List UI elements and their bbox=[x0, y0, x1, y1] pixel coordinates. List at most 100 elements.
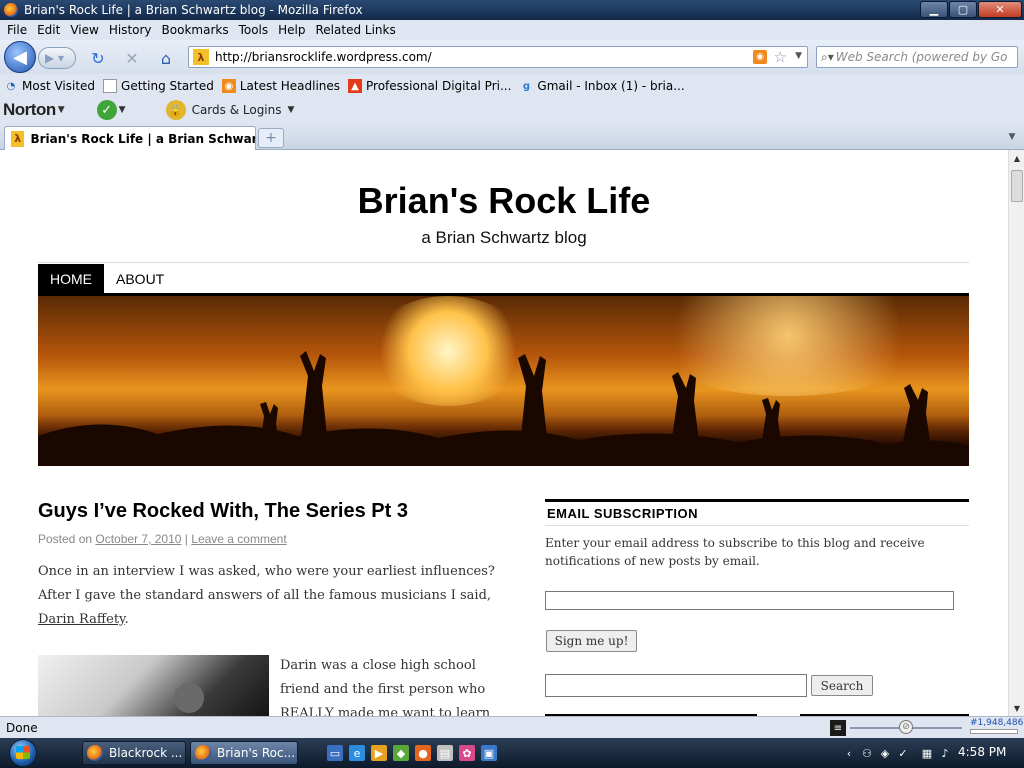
windows-taskbar: Blackrock ... Brian's Roc... ▭ e ▶ ◆ ● ▤… bbox=[0, 738, 1024, 768]
scroll-up-icon[interactable]: ▲ bbox=[1009, 150, 1024, 166]
tab-brians-rock-life[interactable]: λ Brian's Rock Life | a Brian Schwartz b… bbox=[4, 126, 256, 150]
scroll-thumb[interactable] bbox=[1011, 170, 1023, 202]
scroll-down-icon[interactable]: ▼ bbox=[1009, 700, 1024, 716]
menu-file[interactable]: File bbox=[2, 23, 32, 37]
bookmark-site-icon: ▲ bbox=[348, 79, 363, 93]
network-icon[interactable]: ⚇ bbox=[860, 746, 874, 760]
search-placeholder: Web Search (powered by Go bbox=[835, 50, 1008, 64]
media-player-icon[interactable]: ▶ bbox=[371, 745, 387, 761]
document-icon[interactable]: ▤ bbox=[437, 745, 453, 761]
paint-icon[interactable]: ✿ bbox=[459, 745, 475, 761]
post-title[interactable]: Guys I’ve Rocked With, The Series Pt 3 bbox=[38, 500, 408, 523]
rank-bar bbox=[970, 729, 1018, 734]
forward-button[interactable]: ▶ ▾ bbox=[38, 47, 76, 69]
sign-up-button[interactable]: Sign me up! bbox=[546, 630, 637, 652]
web-search-box[interactable]: ⌕▾ Web Search (powered by Go bbox=[816, 46, 1018, 68]
close-button[interactable]: ✕ bbox=[978, 1, 1022, 18]
site-favicon-icon: λ bbox=[193, 49, 209, 65]
back-arrow-icon: ◀ bbox=[13, 46, 27, 68]
firefox-icon[interactable]: ● bbox=[415, 745, 431, 761]
menu-help[interactable]: Help bbox=[273, 23, 310, 37]
menu-edit[interactable]: Edit bbox=[32, 23, 65, 37]
email-field[interactable] bbox=[545, 591, 954, 610]
url-bar[interactable]: λ http://briansrocklife.wordpress.com/ ◉… bbox=[188, 46, 808, 68]
norton-logo[interactable]: Norton bbox=[3, 100, 56, 120]
status-text: Done bbox=[6, 720, 38, 735]
url-text: http://briansrocklife.wordpress.com/ bbox=[215, 50, 432, 64]
search-icon[interactable]: ⌕▾ bbox=[821, 50, 834, 65]
bookmark-professional-digital[interactable]: ▲ Professional Digital Pri... bbox=[348, 79, 511, 93]
site-nav-menu: HOME ABOUT bbox=[38, 264, 969, 296]
norton-toolbar: Norton ▼ ✓ ▼ 🔒 Cards & Logins ▼ bbox=[0, 98, 1024, 122]
photo-subject bbox=[174, 683, 204, 713]
chevron-down-icon: ▼ bbox=[287, 105, 295, 115]
post-paragraph-end: . bbox=[124, 612, 129, 627]
post-date-link[interactable]: October 7, 2010 bbox=[95, 532, 181, 546]
menu-bookmarks[interactable]: Bookmarks bbox=[157, 23, 234, 37]
bookmark-star-icon[interactable]: ☆ bbox=[774, 48, 787, 66]
minimize-button[interactable]: ▁ bbox=[920, 1, 948, 18]
checkmark-icon[interactable]: ✓ bbox=[96, 100, 117, 120]
reload-icon[interactable]: ↻ bbox=[88, 48, 108, 68]
window-controls: ▁ ▢ ✕ bbox=[920, 1, 1022, 18]
url-dropdown-icon[interactable]: ▼ bbox=[795, 51, 802, 61]
norton-tray-icon[interactable]: ✓ bbox=[896, 746, 910, 760]
bookmark-label: Gmail - Inbox (1) - bria... bbox=[537, 79, 685, 93]
app-icon[interactable]: ◆ bbox=[393, 745, 409, 761]
new-tab-button[interactable]: + bbox=[258, 128, 284, 148]
menu-view[interactable]: View bbox=[65, 23, 103, 37]
internet-explorer-icon[interactable]: e bbox=[349, 745, 365, 761]
addon-icon[interactable]: ≡ bbox=[830, 720, 846, 736]
home-icon[interactable]: ⌂ bbox=[156, 48, 176, 68]
vertical-scrollbar[interactable]: ▲ ▼ bbox=[1008, 150, 1024, 716]
tab-bar: λ Brian's Rock Life | a Brian Schwartz b… bbox=[0, 122, 1024, 150]
slider-knob-icon[interactable]: ⊘ bbox=[899, 720, 913, 734]
google-icon: g bbox=[522, 80, 530, 92]
status-bar: Done ≡ ⊘ #1,948,486 bbox=[0, 716, 1024, 738]
leave-comment-link[interactable]: Leave a comment bbox=[191, 532, 286, 546]
taskbar-item-blackrock[interactable]: Blackrock ... bbox=[82, 741, 186, 765]
widget-title: EMAIL SUBSCRIPTION bbox=[547, 506, 699, 521]
window-icon[interactable]: ▣ bbox=[481, 745, 497, 761]
darin-raffety-link[interactable]: Darin Raffety bbox=[38, 612, 125, 627]
bookmark-getting-started[interactable]: Getting Started bbox=[103, 79, 214, 93]
rss-icon[interactable]: ◉ bbox=[753, 50, 767, 64]
crowd-shadow bbox=[38, 416, 969, 466]
nav-home[interactable]: HOME bbox=[38, 264, 104, 293]
tab-title: Brian's Rock Life | a Brian Schwartz b..… bbox=[30, 131, 255, 146]
nav-about[interactable]: ABOUT bbox=[104, 264, 176, 293]
tab-list-icon[interactable]: ▼ bbox=[1004, 128, 1020, 146]
post-photo[interactable] bbox=[38, 655, 269, 716]
cards-logins-label: Cards & Logins bbox=[191, 103, 282, 117]
maximize-button[interactable]: ▢ bbox=[949, 1, 977, 18]
post-paragraph-2: Darin was a close high school friend and… bbox=[280, 658, 491, 716]
firefox-icon bbox=[4, 3, 18, 17]
chevron-down-icon[interactable]: ▼ bbox=[119, 105, 126, 115]
bookmark-latest-headlines[interactable]: ◉ Latest Headlines bbox=[221, 79, 340, 93]
windows-logo-icon bbox=[16, 746, 30, 759]
cards-logins-button[interactable]: 🔒 Cards & Logins ▼ bbox=[165, 100, 295, 120]
menu-history[interactable]: History bbox=[104, 23, 157, 37]
security-icon[interactable]: ◈ bbox=[878, 746, 892, 760]
taskbar-item-brians-rock[interactable]: Brian's Roc... bbox=[190, 741, 298, 765]
show-desktop-icon[interactable]: ▭ bbox=[327, 745, 343, 761]
bookmark-gmail[interactable]: g Gmail - Inbox (1) - bria... bbox=[519, 79, 685, 93]
back-button[interactable]: ◀ bbox=[4, 41, 36, 73]
menu-related-links[interactable]: Related Links bbox=[311, 23, 401, 37]
volume-icon[interactable]: ♪ bbox=[938, 746, 952, 760]
page-icon bbox=[103, 79, 118, 93]
system-clock[interactable]: 4:58 PM bbox=[958, 745, 1006, 759]
stop-icon[interactable]: ✕ bbox=[122, 48, 142, 68]
tray-expand-icon[interactable]: ‹ bbox=[842, 746, 856, 760]
chevron-down-icon[interactable]: ▼ bbox=[58, 105, 65, 115]
taskbar-item-label: Brian's Roc... bbox=[217, 746, 296, 760]
display-icon[interactable]: ▦ bbox=[920, 746, 934, 760]
start-button[interactable] bbox=[5, 738, 45, 768]
menu-bar: File Edit View History Bookmarks Tools H… bbox=[0, 20, 1024, 40]
search-input[interactable] bbox=[545, 674, 807, 697]
menu-tools[interactable]: Tools bbox=[234, 23, 274, 37]
bookmark-most-visited[interactable]: ◔ Most Visited bbox=[4, 79, 95, 93]
site-title[interactable]: Brian's Rock Life bbox=[0, 180, 1008, 222]
search-button[interactable]: Search bbox=[811, 675, 873, 696]
widget-text: Enter your email address to subscribe to… bbox=[545, 536, 925, 568]
